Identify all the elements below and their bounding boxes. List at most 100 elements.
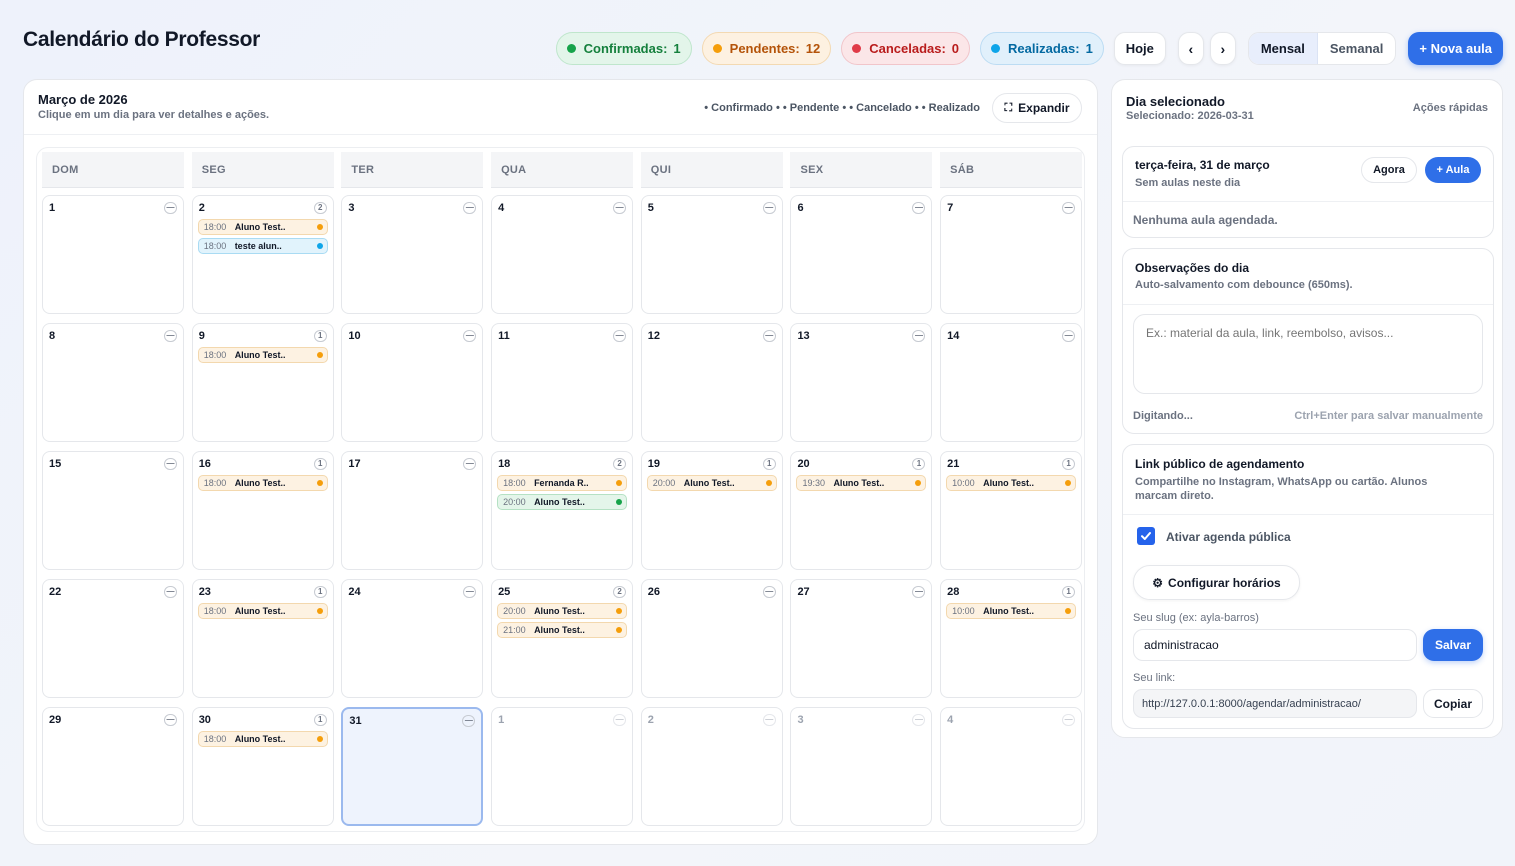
day-cell[interactable]: 19 1 20:00 Aluno Test.. — [640, 451, 783, 570]
class-event[interactable]: 21:00 Aluno Test.. — [497, 622, 628, 638]
day-cell[interactable]: 21 1 10:00 Aluno Test.. — [940, 451, 1083, 570]
day-cell[interactable]: 17 — — [341, 451, 484, 570]
day-cell[interactable]: 26 — — [640, 579, 783, 698]
status-dot-icon — [616, 499, 623, 505]
status-dot-icon — [316, 480, 323, 486]
class-event[interactable]: 18:00 Fernanda R.. — [497, 475, 628, 491]
event-time: 10:00 — [952, 478, 975, 488]
day-cell[interactable]: 10 — — [341, 323, 484, 442]
class-event[interactable]: 20:00 Aluno Test.. — [646, 475, 777, 491]
class-event[interactable]: 19:30 Aluno Test.. — [796, 475, 927, 491]
day-cell[interactable]: 15 — — [42, 451, 184, 570]
day-cell[interactable]: 23 1 18:00 Aluno Test.. — [191, 579, 334, 698]
save-slug-button[interactable]: Salvar — [1423, 629, 1483, 661]
view-monthly-button[interactable]: Mensal — [1248, 33, 1318, 64]
day-cell[interactable]: 1— — [42, 195, 184, 314]
day-number: 4 — [498, 202, 505, 214]
class-event[interactable]: 10:00 Aluno Test.. — [946, 475, 1077, 491]
enable-public-checkbox[interactable] — [1137, 527, 1155, 545]
day-cell[interactable]: 13 — — [790, 323, 933, 442]
view-weekly-button[interactable]: Semanal — [1318, 33, 1395, 64]
day-number: 8 — [49, 330, 56, 342]
class-event[interactable]: 18:00 Aluno Test.. — [197, 731, 328, 747]
day-cell[interactable]: 25 2 20:00 Aluno Test.. 21:00 Aluno Test.. — [491, 579, 634, 698]
event-time: 18:00 — [203, 222, 227, 232]
day-cell[interactable]: 5— — [640, 195, 783, 314]
day-number: 20 — [797, 458, 810, 470]
class-event[interactable]: 10:00 Aluno Test.. — [946, 603, 1077, 619]
stat-label: Canceladas: — [869, 41, 946, 56]
day-cell[interactable]: 20 1 19:30 Aluno Test.. — [790, 451, 933, 570]
day-cell[interactable]: 30 1 18:00 Aluno Test.. — [191, 707, 334, 826]
day-cell[interactable]: 4— — [491, 195, 634, 314]
divider — [1123, 201, 1493, 202]
now-button[interactable]: Agora — [1361, 157, 1417, 183]
day-summary-card: terça-feira, 31 de março Sem aulas neste… — [1122, 146, 1494, 238]
event-time: 20:00 — [503, 606, 526, 616]
day-cell[interactable]: 1— — [491, 707, 634, 826]
add-class-button[interactable]: + Aula — [1425, 157, 1481, 183]
day-number: 13 — [797, 330, 810, 342]
check-icon — [1141, 532, 1151, 540]
today-button[interactable]: Hoje — [1113, 32, 1166, 65]
day-cell[interactable]: 31 — — [341, 707, 484, 826]
prev-month-button[interactable]: ‹ — [1177, 32, 1204, 65]
class-count-badge: — — [463, 458, 477, 470]
event-student-name: Aluno Test.. — [234, 734, 286, 744]
day-cell[interactable]: 28 1 10:00 Aluno Test.. — [940, 579, 1083, 698]
day-cell[interactable]: 22 — — [42, 579, 184, 698]
day-number: 25 — [498, 586, 511, 598]
event-student-name: Aluno Test.. — [234, 222, 286, 232]
event-student-name: Aluno Test.. — [534, 606, 585, 616]
next-month-button[interactable]: › — [1209, 32, 1236, 65]
class-event[interactable]: 18:00 Aluno Test.. — [197, 475, 328, 491]
status-dot-icon — [616, 627, 623, 633]
day-cell[interactable]: 3— — [790, 707, 933, 826]
event-student-name: Aluno Test.. — [234, 478, 286, 488]
configure-hours-button[interactable]: ⚙ Configurar horários — [1133, 565, 1300, 600]
day-cell[interactable]: 12 — — [640, 323, 783, 442]
day-cell[interactable]: 3— — [341, 195, 484, 314]
day-cell[interactable]: 4— — [940, 707, 1083, 826]
class-event[interactable]: 18:00 Aluno Test.. — [197, 347, 328, 363]
day-number: 18 — [498, 458, 511, 470]
day-cell[interactable]: 11 — — [491, 323, 634, 442]
new-class-button[interactable]: + Nova aula — [1408, 32, 1503, 65]
class-event[interactable]: 18:00 Aluno Test.. — [197, 219, 328, 235]
day-cell[interactable]: 14 — — [940, 323, 1083, 442]
public-link-field[interactable] — [1133, 689, 1417, 718]
status-dot-icon — [1065, 608, 1072, 614]
class-event[interactable]: 20:00 Aluno Test.. — [497, 494, 628, 510]
day-cell[interactable]: 6— — [790, 195, 933, 314]
day-cell[interactable]: 7— — [940, 195, 1083, 314]
expand-button[interactable]: ⛶ Expandir — [992, 93, 1082, 123]
class-count-badge: — — [164, 458, 177, 470]
link-label: Seu link: — [1133, 672, 1176, 684]
class-event[interactable]: 18:00 Aluno Test.. — [197, 603, 328, 619]
day-cell[interactable]: 2— — [640, 707, 783, 826]
notes-textarea[interactable] — [1133, 314, 1483, 394]
day-cell[interactable]: 9 1 18:00 Aluno Test.. — [191, 323, 334, 442]
class-count-badge: — — [164, 330, 177, 342]
copy-link-button[interactable]: Copiar — [1423, 689, 1483, 718]
day-cell[interactable]: 18 2 18:00 Fernanda R.. 20:00 Aluno Test.. — [491, 451, 634, 570]
day-cell[interactable]: 27 — — [790, 579, 933, 698]
day-cell[interactable]: 29 — — [42, 707, 184, 826]
day-cell[interactable]: 2 2 18:00 Aluno Test.. 18:00 teste alun.. — [191, 195, 334, 314]
status-dot-icon — [915, 480, 922, 486]
day-cells: 1—2 2 18:00 Aluno Test.. 18:00 teste alun.. 3—… — [42, 195, 1083, 826]
day-cell[interactable]: 24 — — [341, 579, 484, 698]
stat-count: 0 — [951, 41, 960, 56]
day-cell[interactable]: 8— — [42, 323, 184, 442]
calendar-subtitle: Clique em um dia para ver detalhes e açõ… — [38, 109, 270, 121]
slug-input[interactable] — [1133, 629, 1417, 661]
day-cell[interactable]: 16 1 18:00 Aluno Test.. — [191, 451, 334, 570]
class-count-badge: — — [164, 714, 177, 726]
class-count-badge: 1 — [762, 458, 776, 470]
class-event[interactable]: 18:00 teste alun.. — [197, 238, 328, 254]
day-number: 16 — [198, 458, 211, 470]
day-number: 12 — [647, 330, 660, 342]
class-event[interactable]: 20:00 Aluno Test.. — [497, 603, 628, 619]
event-time: 18:00 — [203, 241, 227, 251]
slug-label: Seu slug (ex: ayla-barros) — [1133, 612, 1259, 624]
